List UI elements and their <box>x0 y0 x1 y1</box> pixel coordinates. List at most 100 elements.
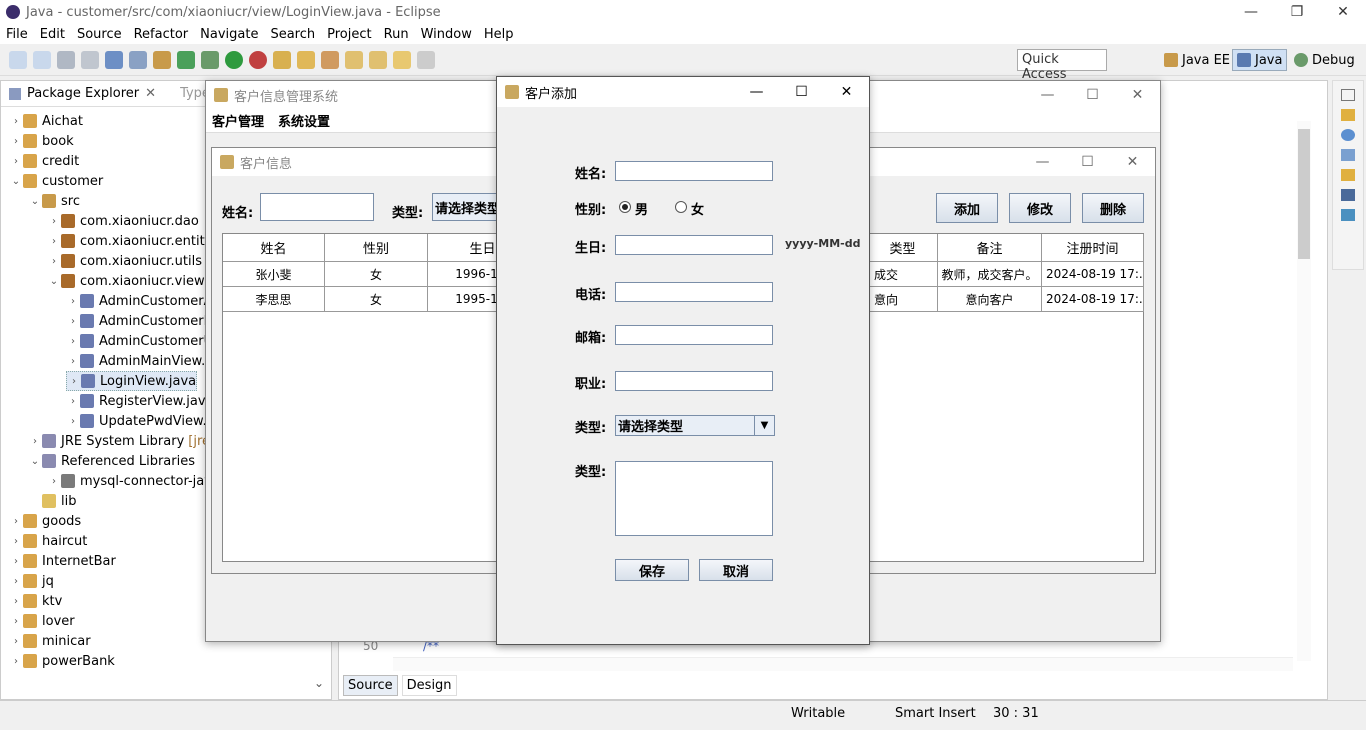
servers-icon[interactable] <box>1341 209 1355 221</box>
open-folder-icon[interactable] <box>297 50 315 69</box>
tree-item[interactable]: › LoginView.java <box>66 371 198 391</box>
tree-item[interactable]: › book <box>9 131 74 151</box>
console-view-icon[interactable] <box>1341 189 1355 201</box>
tree-expand-icon[interactable]: ⌄ <box>28 456 42 467</box>
new-icon[interactable] <box>9 50 27 69</box>
add-dialog-titlebar[interactable]: 客户添加 — ☐ ✕ <box>497 77 869 107</box>
tree-item[interactable]: › AdminCustomerA <box>66 291 212 311</box>
tree-item[interactable]: ⌄ src <box>28 191 80 211</box>
tree-item[interactable]: › powerBank <box>9 651 115 671</box>
menu-window[interactable]: Window <box>415 27 478 42</box>
close-button[interactable]: ✕ <box>1320 0 1366 24</box>
menu-source[interactable]: Source <box>71 27 128 42</box>
edit-button[interactable]: 修改 <box>1009 193 1071 223</box>
table-row-2-regtime[interactable]: 2024-08-19 17:... <box>1042 287 1144 312</box>
tree-item[interactable]: › InternetBar <box>9 551 116 571</box>
add-button[interactable]: 添加 <box>936 193 998 223</box>
save-all-icon[interactable] <box>81 50 99 69</box>
table-row-1-remark[interactable]: 教师，成交客户。 <box>938 262 1042 287</box>
tree-item[interactable]: › lover <box>9 611 75 631</box>
prev-annotation-icon[interactable] <box>369 50 387 69</box>
tree-expand-icon[interactable]: › <box>9 556 23 567</box>
tree-expand-icon[interactable]: › <box>66 336 80 347</box>
tree-item[interactable]: › UpdatePwdView.j <box>66 411 210 431</box>
open-type-icon[interactable] <box>273 50 291 69</box>
tree-item[interactable]: › com.xiaoniucr.entity <box>47 231 212 251</box>
birthday-input[interactable] <box>615 235 773 255</box>
tree-expand-icon[interactable]: ⌄ <box>9 176 23 187</box>
run-icon[interactable] <box>225 50 243 69</box>
info-close-button[interactable]: ✕ <box>1110 148 1155 176</box>
perspective-java[interactable]: Java <box>1232 49 1288 71</box>
maximize-button[interactable]: ❐ <box>1274 0 1320 24</box>
col-header-name[interactable]: 姓名 <box>223 234 325 262</box>
tree-expand-icon[interactable]: › <box>9 656 23 667</box>
tree-expand-icon[interactable]: › <box>66 316 80 327</box>
tree-item[interactable]: › com.xiaoniucr.utils <box>47 251 202 271</box>
table-row-2-gender[interactable]: 女 <box>325 287 428 312</box>
col-header-gender[interactable]: 性别 <box>325 234 428 262</box>
search-name-input[interactable] <box>260 193 374 221</box>
tree-expand-icon[interactable]: ⌄ <box>47 276 61 287</box>
package-icon[interactable] <box>153 50 171 69</box>
gender-female-radio[interactable] <box>675 201 687 213</box>
table-row-1-regtime[interactable]: 2024-08-19 17:... <box>1042 262 1144 287</box>
menu-refactor[interactable]: Refactor <box>128 27 195 42</box>
menu-file[interactable]: File <box>0 27 34 42</box>
mgmt-maximize-button[interactable]: ☐ <box>1070 81 1115 109</box>
tree-expand-icon[interactable]: › <box>66 356 80 367</box>
info-maximize-button[interactable]: ☐ <box>1065 148 1110 176</box>
menu-edit[interactable]: Edit <box>34 27 71 42</box>
save-icon[interactable] <box>57 50 75 69</box>
run-external-icon[interactable] <box>249 50 267 69</box>
menu-help[interactable]: Help <box>478 27 520 42</box>
table-row-1-name[interactable]: 张小斐 <box>223 262 325 287</box>
info-minimize-button[interactable]: — <box>1020 148 1065 176</box>
tree-expand-icon[interactable]: › <box>9 536 23 547</box>
restore-icon[interactable] <box>1341 89 1355 101</box>
menu-customer-management[interactable]: 客户管理 <box>212 111 264 130</box>
email-input[interactable] <box>615 325 773 345</box>
tree-item[interactable]: › minicar <box>9 631 91 651</box>
tab-design[interactable]: Design <box>401 675 457 696</box>
back-icon[interactable] <box>393 50 411 69</box>
perspective-javaee[interactable]: Java EE <box>1160 49 1234 71</box>
tree-item[interactable]: › ktv <box>9 591 62 611</box>
search-icon[interactable] <box>1341 169 1355 181</box>
tree-item[interactable]: › Aichat <box>9 111 83 131</box>
tree-expand-icon[interactable]: › <box>9 136 23 147</box>
outline-icon[interactable] <box>1341 109 1355 121</box>
tab-source[interactable]: Source <box>343 675 398 696</box>
cancel-button[interactable]: 取消 <box>699 559 773 581</box>
tree-expand-icon[interactable]: › <box>9 596 23 607</box>
mgmt-minimize-button[interactable]: — <box>1025 81 1070 109</box>
save-button[interactable]: 保存 <box>615 559 689 581</box>
tree-item[interactable]: › goods <box>9 511 81 531</box>
tree-expand-icon[interactable]: › <box>47 216 61 227</box>
add-close-button[interactable]: ✕ <box>824 77 869 107</box>
tree-expand-icon[interactable]: › <box>9 636 23 647</box>
tree-item[interactable]: › credit <box>9 151 79 171</box>
add-minimize-button[interactable]: — <box>734 77 779 107</box>
tree-expand-icon[interactable]: › <box>66 396 80 407</box>
menu-run[interactable]: Run <box>378 27 415 42</box>
delete-button[interactable]: 删除 <box>1082 193 1144 223</box>
tree-expand-icon[interactable]: › <box>28 436 42 447</box>
tree-expand-icon[interactable]: ⌄ <box>28 196 42 207</box>
tree-expand-icon[interactable]: › <box>9 116 23 127</box>
col-header-type[interactable]: 类型 <box>868 234 938 262</box>
quick-access-field[interactable]: Quick Access <box>1017 49 1107 82</box>
javadoc-icon[interactable] <box>1341 129 1355 141</box>
tree-expand-icon[interactable]: › <box>67 376 81 387</box>
name-input[interactable] <box>615 161 773 181</box>
refresh-icon[interactable] <box>177 50 195 69</box>
tree-item[interactable]: › AdminCustomerU <box>66 331 213 351</box>
perspective-debug[interactable]: Debug <box>1290 49 1359 71</box>
declaration-icon[interactable] <box>1341 149 1355 161</box>
tree-item[interactable]: › AdminMainView.j <box>66 351 209 371</box>
col-header-regtime[interactable]: 注册时间 <box>1042 234 1144 262</box>
chevron-down-icon[interactable]: ▼ <box>754 416 774 435</box>
tree-item[interactable]: › JRE System Library [jre1 <box>28 431 218 451</box>
menu-system-settings[interactable]: 系统设置 <box>278 111 330 130</box>
new-package-icon[interactable] <box>33 50 51 69</box>
